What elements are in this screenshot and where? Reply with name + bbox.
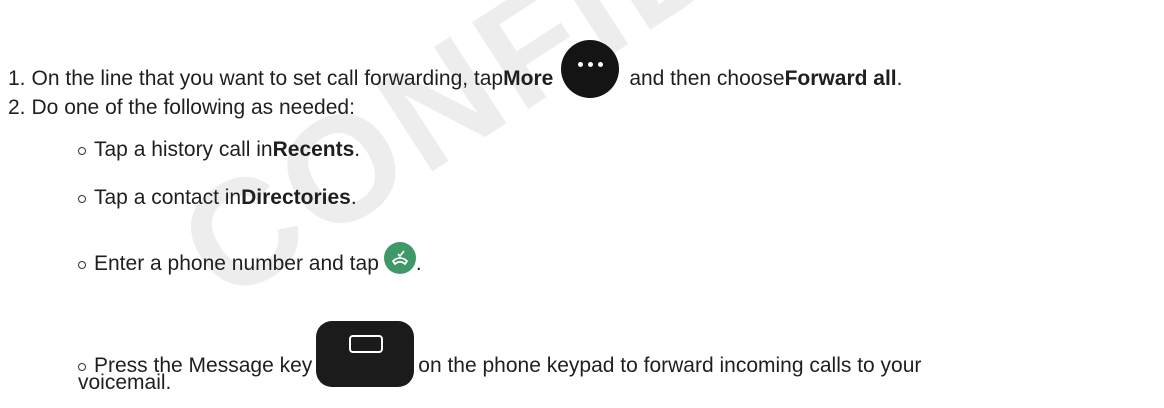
sub-item-message-key-continued: voicemail.: [78, 371, 172, 394]
step-1-text-2: and then choose: [629, 67, 785, 90]
voicemail-key-icon: [316, 321, 415, 387]
step-2: 2. Do one of the following as needed:: [8, 96, 355, 120]
call-icon: [383, 242, 416, 274]
instructions: 1. On the line that you want to set call…: [0, 0, 1164, 408]
bullet-icon: [78, 261, 86, 269]
recents-label: Recents: [272, 138, 355, 161]
step-2-number: 2.: [8, 96, 26, 119]
sub-item-message-key: Press the Message key on the phone keypa…: [78, 321, 921, 399]
sub-item-directories: Tap a contact in Directories .: [78, 186, 357, 210]
step-1-text: On the line that you want to set call fo…: [31, 67, 504, 90]
step-2-text: Do one of the following as needed:: [31, 96, 355, 119]
directories-label: Directories: [241, 186, 351, 209]
sub-item-recents: Tap a history call in Recents .: [78, 138, 360, 162]
more-label: More: [503, 67, 554, 90]
more-icon: [561, 40, 620, 98]
bullet-icon: [78, 147, 86, 155]
sub-item-enter-number: Enter a phone number and tap .: [78, 242, 422, 280]
bullet-icon: [78, 195, 86, 203]
forward-all-label: Forward all: [784, 67, 897, 90]
bullet-icon: [78, 363, 86, 371]
step-1-number: 1.: [8, 67, 26, 90]
